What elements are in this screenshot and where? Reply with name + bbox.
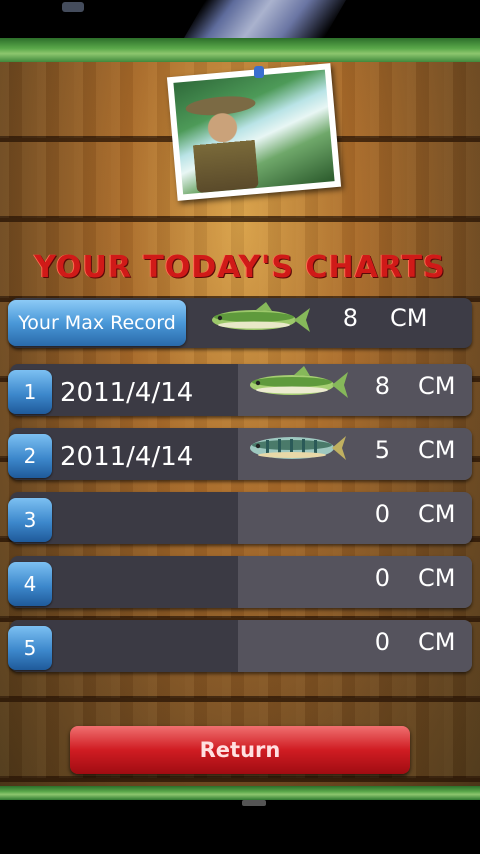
top-bar bbox=[0, 0, 480, 38]
grass-border-bottom bbox=[0, 786, 480, 800]
return-button[interactable]: Return bbox=[70, 726, 410, 774]
rank-badge: 3 bbox=[8, 498, 52, 542]
pin-icon bbox=[254, 66, 264, 78]
striped-fish-icon bbox=[250, 436, 346, 460]
home-indicator bbox=[242, 800, 266, 806]
entry-unit: CM bbox=[418, 500, 456, 528]
max-record-unit: CM bbox=[390, 304, 428, 332]
entry-unit: CM bbox=[418, 564, 456, 592]
max-record-value: 8 bbox=[342, 304, 358, 332]
entry-value: 8 bbox=[374, 372, 390, 400]
grass-border-top bbox=[0, 38, 480, 64]
entry-value: 0 bbox=[374, 628, 390, 656]
status-indicator bbox=[62, 2, 84, 12]
entry-value: 0 bbox=[374, 500, 390, 528]
chart-row-1: 1 2011/4/14 8 CM bbox=[8, 364, 472, 416]
rank-badge: 1 bbox=[8, 370, 52, 414]
rank-badge: 5 bbox=[8, 626, 52, 670]
chart-row-3: 3 0 CM bbox=[8, 492, 472, 544]
max-record-button[interactable]: Your Max Record bbox=[8, 300, 186, 346]
entry-date: 2011/4/14 bbox=[60, 442, 194, 472]
rank-badge: 2 bbox=[8, 434, 52, 478]
entry-value: 0 bbox=[374, 564, 390, 592]
bottom-bar bbox=[0, 800, 480, 854]
chart-row-5: 5 0 CM bbox=[8, 620, 472, 672]
rank-badge: 4 bbox=[8, 562, 52, 606]
entry-unit: CM bbox=[418, 436, 456, 464]
max-record-row: Your Max Record 8 CM bbox=[8, 298, 472, 348]
entry-unit: CM bbox=[418, 372, 456, 400]
page-title: YOUR TODAY'S CHARTS bbox=[34, 250, 446, 285]
chart-row-2: 2 2011/4/14 5 CM bbox=[8, 428, 472, 480]
angler-photo bbox=[166, 63, 342, 201]
top-glare-decoration bbox=[184, 0, 346, 38]
green-fish-icon bbox=[212, 302, 310, 332]
entry-value: 5 bbox=[374, 436, 390, 464]
entry-unit: CM bbox=[418, 628, 456, 656]
chart-row-4: 4 0 CM bbox=[8, 556, 472, 608]
green-fish-icon bbox=[250, 366, 348, 398]
entry-date: 2011/4/14 bbox=[60, 378, 194, 408]
